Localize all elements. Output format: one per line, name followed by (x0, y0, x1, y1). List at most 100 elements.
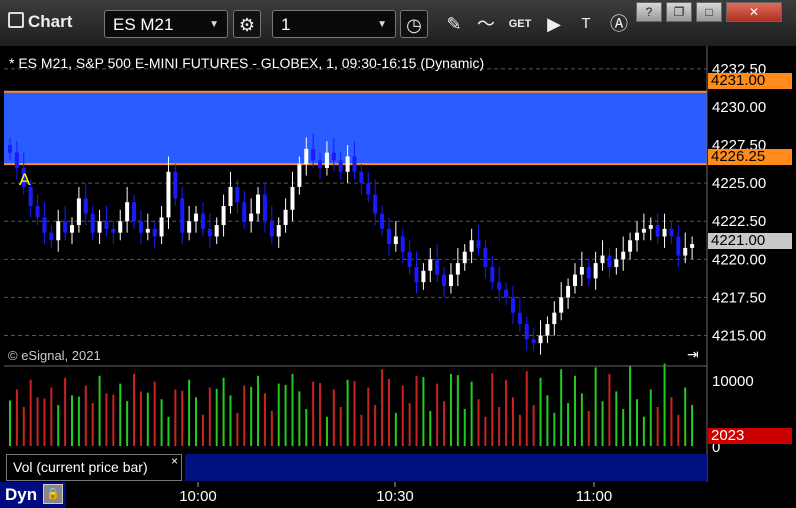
candle-body (469, 240, 474, 252)
candle-body (524, 324, 529, 340)
candle-body (352, 156, 357, 172)
candle-body (118, 221, 123, 233)
candle-body (283, 209, 288, 226)
candle-body (607, 255, 612, 267)
candle-body (166, 171, 171, 218)
candle-body (187, 221, 192, 233)
study-icon[interactable]: 〜 (472, 10, 500, 38)
restore-button[interactable]: ❐ (666, 2, 692, 22)
candle-body (56, 221, 61, 241)
price-chart[interactable]: 4232.504230.004227.504225.004222.504220.… (0, 46, 796, 508)
candle-body (366, 183, 371, 195)
help-button[interactable]: ? (636, 2, 662, 22)
price-tick-label: 4215.00 (712, 328, 766, 345)
candle-body (683, 247, 688, 256)
chart-title: * ES M21, S&P 500 E-MINI FUTURES - GLOBE… (9, 55, 485, 71)
get-icon[interactable]: GET (506, 10, 534, 38)
candle-body (345, 156, 350, 172)
close-button[interactable]: ✕ (726, 2, 782, 22)
candle-body (90, 213, 95, 233)
candle-body (517, 312, 522, 325)
time-tick-label: 10:30 (376, 488, 414, 505)
maximize-button[interactable]: □ (696, 2, 722, 22)
candle-body (490, 266, 495, 283)
candle-body (152, 228, 157, 237)
candle-body (8, 145, 12, 153)
candle-body (373, 194, 378, 214)
candle-body (304, 148, 309, 165)
candle-body (414, 266, 419, 283)
candle-body (380, 213, 385, 229)
chevron-down-icon: ▼ (377, 19, 387, 30)
candle-body (448, 274, 453, 286)
candle-body (648, 225, 653, 229)
candle-body (359, 171, 364, 184)
candle-body (538, 335, 543, 344)
app-title: Chart (8, 12, 72, 32)
clock-icon[interactable]: ◷ (400, 10, 428, 38)
candle-body (600, 255, 605, 264)
gear-icon[interactable]: ⚙ (233, 10, 261, 38)
candle-body (297, 164, 302, 187)
price-tick-label: 4225.00 (712, 175, 766, 192)
candle-body (97, 221, 102, 233)
candle-body (104, 221, 109, 229)
candle-body (428, 259, 433, 271)
candle-body (690, 244, 695, 248)
lock-icon[interactable]: 🔒 (43, 484, 63, 504)
candle-body (125, 202, 130, 222)
candle-body (510, 297, 515, 313)
play-icon[interactable]: ▶ (540, 10, 568, 38)
candle-body (145, 228, 150, 233)
pencil-icon[interactable]: ✎ (440, 10, 468, 38)
price-tick-label: 4220.00 (712, 251, 766, 268)
interval-select[interactable]: 1 ▼ (272, 10, 396, 38)
candle-body (173, 171, 178, 199)
candle-body (462, 251, 467, 264)
symbol-select[interactable]: ES M21 ▼ (104, 10, 228, 38)
candle-body (655, 225, 660, 237)
candle-body (455, 263, 460, 275)
candle-body (614, 259, 619, 267)
alert-icon[interactable]: Ⓐ (605, 10, 633, 38)
candle-body (676, 236, 681, 256)
candle-body (180, 198, 185, 233)
candle-body (572, 274, 577, 286)
text-icon[interactable]: T (572, 10, 600, 38)
candle-body (483, 247, 488, 267)
last-price-tag: 4221.00 (708, 233, 792, 249)
candle-body (662, 228, 667, 237)
candle-body (269, 221, 274, 237)
candle-body (138, 221, 143, 233)
candle-body (566, 286, 571, 298)
candle-body (634, 232, 639, 241)
candle-body (421, 270, 426, 283)
candle-body (579, 266, 584, 275)
scroll-to-end-icon[interactable]: ⇥ (687, 346, 699, 363)
candle-body (276, 225, 281, 237)
candle-body (63, 221, 68, 233)
volume-tick-label: 10000 (712, 373, 754, 390)
price-tick-label: 4230.00 (712, 99, 766, 116)
candle-body (628, 240, 633, 252)
candle-body (442, 274, 447, 286)
candle-body (194, 213, 199, 222)
candle-body (42, 217, 47, 233)
candle-body (593, 263, 598, 279)
candle-body (504, 289, 509, 298)
marker-a: A (19, 170, 31, 189)
candle-body (586, 266, 591, 279)
chart-window-icon (8, 12, 24, 28)
candle-body (476, 240, 481, 248)
candle-body (400, 236, 405, 252)
candle-body (214, 225, 219, 237)
band-bottom-price-tag: 4226.25 (708, 149, 792, 165)
volume-study-label[interactable]: Vol (current price bar) (6, 454, 182, 481)
price-tick-label: 4222.50 (712, 213, 766, 230)
candle-body (49, 232, 54, 241)
candle-body (559, 297, 564, 313)
candle-body (290, 186, 295, 210)
candle-body (318, 160, 323, 168)
price-tick-label: 4217.50 (712, 289, 766, 306)
close-icon[interactable]: × (171, 454, 178, 468)
